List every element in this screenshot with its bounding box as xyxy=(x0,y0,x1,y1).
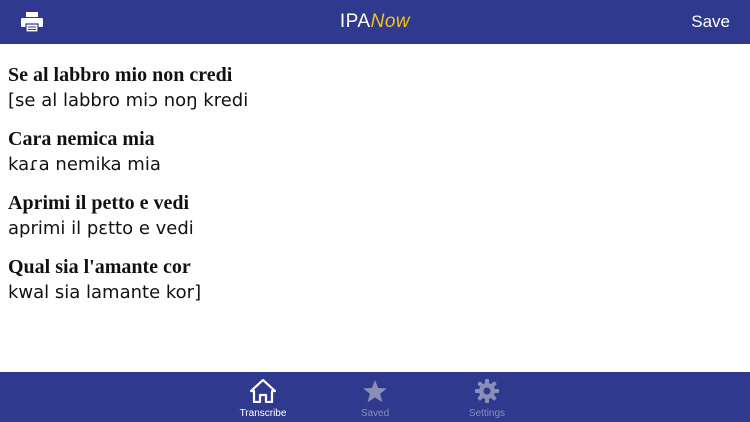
tab-label: Saved xyxy=(360,408,390,419)
verse-original-text: Qual sia l'amante cor xyxy=(8,256,191,278)
verse-original-text: Aprimi il petto e vedi xyxy=(8,192,190,214)
tab-settings[interactable]: Settings xyxy=(431,372,543,422)
app-logo: IPA Now xyxy=(340,12,410,32)
verse-block: Qual sia l'amante cor kwal sia lamante k… xyxy=(8,254,742,306)
tab-label: Transcribe xyxy=(239,408,287,419)
logo-text-ipa: IPA xyxy=(339,11,371,32)
verse-block: Aprimi il petto e vedi aprimi il pɛtto e… xyxy=(8,190,742,242)
verse-block: Cara nemica mia kaɾa nemika mia xyxy=(8,126,742,178)
star-icon xyxy=(362,378,388,404)
logo-text-now: Now xyxy=(370,11,411,32)
verse-block: Se al labbro mio non credi [se al labbro… xyxy=(8,62,742,114)
verse-ipa-text: [se al labbro miɔ noŋ kredi xyxy=(8,90,249,111)
verse-original-text: Se al labbro mio non credi xyxy=(8,64,233,86)
printer-icon xyxy=(21,12,43,32)
home-icon xyxy=(250,378,276,404)
bottom-tab-bar: Transcribe Saved Settings xyxy=(0,372,750,422)
top-nav-bar: IPA Now Save xyxy=(0,0,750,44)
gear-icon xyxy=(474,378,500,404)
verse-ipa-text: kwal sia lamante kor] xyxy=(8,282,202,303)
print-button[interactable] xyxy=(20,10,44,34)
tab-label: Settings xyxy=(468,408,506,419)
verse-ipa-text: aprimi il pɛtto e vedi xyxy=(8,218,194,239)
save-button[interactable]: Save xyxy=(691,12,730,32)
tab-saved[interactable]: Saved xyxy=(319,372,431,422)
tab-transcribe[interactable]: Transcribe xyxy=(207,372,319,422)
verse-original-text: Cara nemica mia xyxy=(8,128,155,150)
transcription-content: Se al labbro mio non credi [se al labbro… xyxy=(0,44,750,372)
verse-ipa-text: kaɾa nemika mia xyxy=(8,154,161,175)
